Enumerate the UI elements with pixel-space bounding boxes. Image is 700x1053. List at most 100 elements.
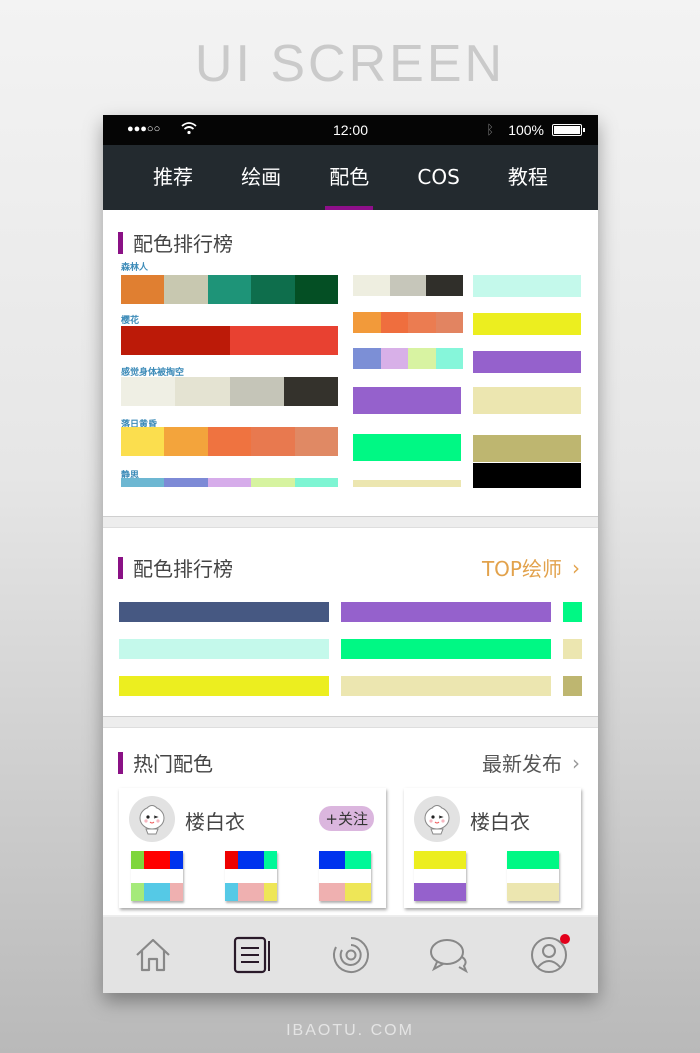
user-card[interactable]: 楼白衣 +关注	[119, 788, 386, 908]
mini-palette[interactable]	[131, 851, 183, 901]
color-swatch	[353, 312, 381, 333]
palette-swatch-row[interactable]	[121, 377, 338, 406]
tab-cos[interactable]: COS	[415, 145, 461, 210]
tab-tutorial[interactable]: 教程	[506, 145, 550, 210]
color-swatch	[473, 351, 581, 373]
battery-icon	[552, 124, 585, 136]
rank-color-bar[interactable]	[563, 602, 582, 622]
news-icon	[233, 936, 270, 974]
color-swatch	[264, 851, 277, 869]
color-swatch	[389, 275, 427, 296]
tab-painting[interactable]: 绘画	[239, 145, 283, 210]
color-swatch	[121, 478, 165, 487]
color-swatch	[408, 312, 436, 333]
mini-palette[interactable]	[225, 851, 277, 901]
color-swatch	[380, 312, 408, 333]
palette-swatch-row[interactable]	[353, 348, 463, 369]
color-swatch	[353, 387, 461, 414]
title-accent-bar	[118, 751, 123, 774]
color-swatch	[164, 478, 208, 487]
color-swatch	[507, 851, 559, 869]
color-swatch	[238, 851, 251, 869]
color-swatch	[264, 883, 277, 901]
mini-palette-row	[131, 883, 183, 901]
nav-discover[interactable]	[326, 930, 376, 980]
follow-button[interactable]: +关注	[319, 806, 374, 831]
color-swatch	[358, 851, 371, 869]
latest-link[interactable]: 最新发布 ›	[482, 748, 580, 777]
color-swatch	[353, 434, 461, 461]
avatar[interactable]	[129, 796, 175, 842]
palette-swatch-row[interactable]	[121, 326, 338, 355]
palette-swatch-row[interactable]	[121, 478, 339, 487]
tab-recommend[interactable]: 推荐	[151, 145, 195, 210]
chat-icon	[429, 939, 468, 974]
section-title: 配色排行榜	[118, 228, 233, 257]
mini-palette-row	[507, 851, 559, 869]
title-accent-bar	[118, 556, 123, 579]
color-swatch	[473, 463, 581, 488]
palette-swatch-row[interactable]	[353, 387, 461, 414]
rank-color-bar[interactable]	[563, 639, 582, 659]
color-swatch	[294, 427, 339, 456]
color-swatch	[175, 377, 230, 406]
color-swatch	[332, 883, 345, 901]
palette-swatch-row[interactable]	[473, 435, 581, 462]
nav-home[interactable]	[128, 930, 178, 980]
rank-color-bar[interactable]	[563, 676, 582, 696]
color-swatch	[473, 275, 581, 297]
color-swatch	[353, 480, 461, 487]
color-swatch	[332, 851, 345, 869]
color-swatch	[473, 387, 581, 414]
top-artists-link[interactable]: TOP绘师 ›	[482, 553, 580, 582]
user-name[interactable]: 楼白衣	[470, 806, 530, 835]
color-ranking-section: 配色排行榜 森林人 樱花 感觉身体被掏空 落日黄昏 静思	[103, 210, 598, 517]
rank-color-bar[interactable]	[341, 602, 551, 622]
nav-news[interactable]	[227, 930, 277, 980]
discover-icon	[332, 937, 369, 973]
palette-swatch-row[interactable]	[353, 275, 464, 296]
palette-swatch-row[interactable]	[353, 434, 461, 461]
mini-palette[interactable]	[507, 851, 559, 901]
color-swatch	[157, 851, 170, 869]
rank-color-bar[interactable]	[341, 676, 551, 696]
phone-screen: ●●●○○ 12:00 ᛒ 100% 推荐 绘画 配色 COS 教程 配色排行榜…	[103, 115, 598, 993]
rank-color-bar[interactable]	[119, 602, 329, 622]
rank-color-bar[interactable]	[119, 639, 329, 659]
rank-color-bar[interactable]	[119, 676, 329, 696]
palette-swatch-row[interactable]	[353, 312, 463, 333]
page-heading: UI SCREEN	[194, 35, 506, 93]
mini-palette-row	[414, 851, 466, 869]
nav-profile[interactable]	[524, 930, 574, 980]
user-name[interactable]: 楼白衣	[185, 806, 245, 835]
avatar[interactable]	[414, 796, 460, 842]
palette-swatch-row[interactable]	[473, 387, 581, 414]
battery-percent: 100%	[508, 122, 544, 138]
palette-swatch-row[interactable]	[121, 275, 339, 304]
palette-swatch-row[interactable]	[473, 351, 581, 373]
tab-color[interactable]: 配色	[325, 145, 374, 210]
section-title: 热门配色	[118, 748, 213, 777]
color-swatch	[238, 883, 251, 901]
color-swatch	[170, 851, 183, 869]
chevron-right-icon: ›	[572, 555, 580, 580]
nav-messages[interactable]	[425, 930, 475, 980]
color-swatch	[144, 883, 157, 901]
palette-swatch-row[interactable]	[473, 275, 581, 297]
mini-palette[interactable]	[319, 851, 371, 901]
rank-color-bar[interactable]	[341, 639, 551, 659]
palette-swatch-row[interactable]	[473, 463, 581, 488]
top-tab-bar: 推荐 绘画 配色 COS 教程	[103, 145, 598, 210]
color-swatch	[131, 883, 144, 901]
mini-palette-row	[225, 851, 277, 869]
color-swatch	[121, 275, 165, 304]
palette-swatch-row[interactable]	[353, 480, 461, 487]
mini-palette[interactable]	[414, 851, 466, 901]
color-swatch	[408, 348, 436, 369]
color-swatch	[426, 275, 464, 296]
home-icon	[135, 938, 170, 972]
palette-swatch-row[interactable]	[473, 313, 581, 335]
user-card[interactable]: 楼白衣	[404, 788, 581, 908]
palette-swatch-row[interactable]	[121, 427, 339, 456]
color-swatch	[319, 883, 332, 901]
